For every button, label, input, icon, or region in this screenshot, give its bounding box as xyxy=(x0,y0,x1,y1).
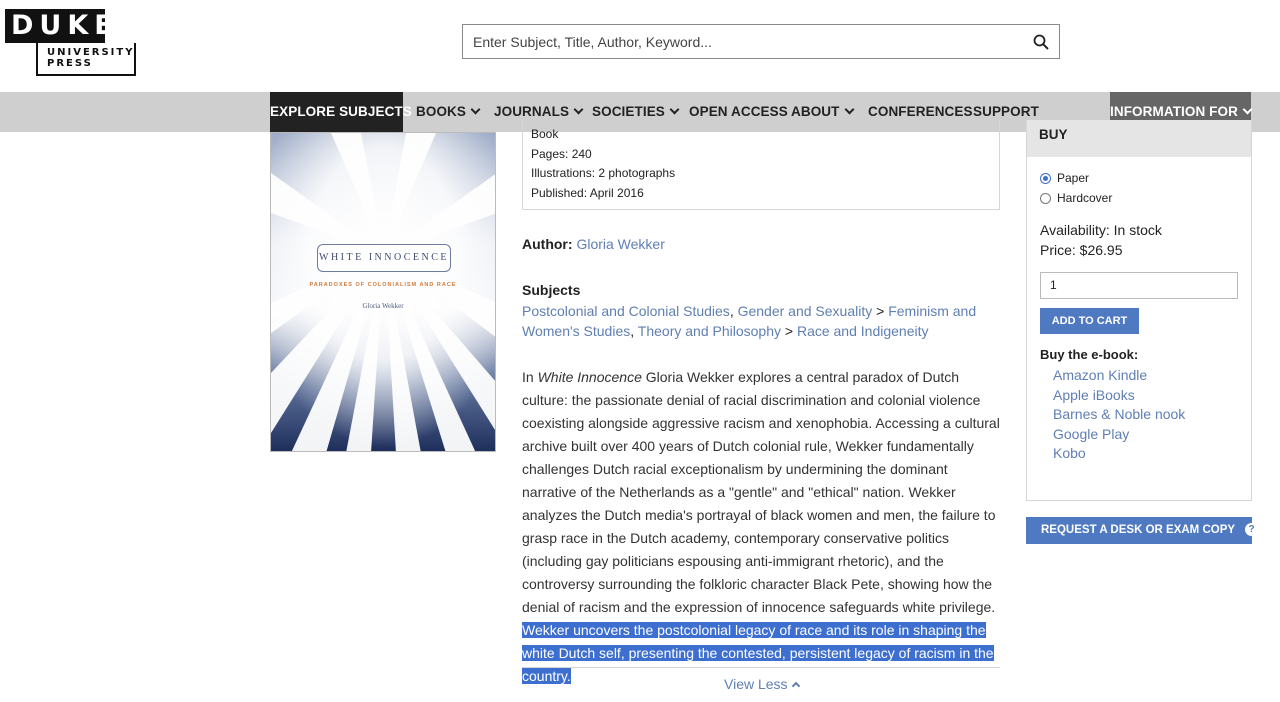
request-desk-copy-button[interactable]: REQUEST A DESK OR EXAM COPY? xyxy=(1026,517,1259,544)
search-bar xyxy=(462,24,1060,59)
chevron-down-icon xyxy=(844,104,854,115)
subjects-list: Postcolonial and Colonial Studies, Gende… xyxy=(522,301,1002,341)
subject-link[interactable]: Race and Indigeneity xyxy=(797,323,929,339)
format-option-paper[interactable]: Paper xyxy=(1040,171,1089,185)
book-description: In White Innocence Gloria Wekker explore… xyxy=(522,366,1002,688)
illustrations-text: Illustrations: 2 photographs xyxy=(531,166,676,180)
subject-link[interactable]: Theory and Philosophy xyxy=(638,323,781,339)
nav-books-label: BOOKS xyxy=(416,104,467,119)
format-text: Book xyxy=(531,127,559,141)
separator: > xyxy=(872,303,889,319)
cover-art xyxy=(271,133,495,451)
search-input[interactable] xyxy=(463,25,1023,58)
ebook-heading: Buy the e-book: xyxy=(1040,347,1139,362)
buy-heading: BUY xyxy=(1027,120,1251,157)
desk-copy-label: REQUEST A DESK OR EXAM COPY xyxy=(1041,524,1236,536)
logo-line-press: PRESS xyxy=(47,58,93,69)
option-label: Paper xyxy=(1057,171,1090,185)
ebook-link-apple-ibooks[interactable]: Apple iBooks xyxy=(1053,387,1135,403)
separator: , xyxy=(729,303,738,319)
description-text: In xyxy=(522,369,538,385)
book-details: Book Pages: 240 Illustrations: 2 photogr… xyxy=(522,120,1000,210)
author-label: Author: xyxy=(522,236,573,252)
nav-conferences-label: CONFERENCES xyxy=(868,104,973,119)
nav-journals-label: JOURNALS xyxy=(494,104,570,119)
logo-wordmark: DUKE xyxy=(5,9,113,43)
buy-panel: BUY Paper Hardcover Availability: In sto… xyxy=(1026,120,1252,501)
selected-text: Wekker uncovers the postcolonial legacy … xyxy=(522,622,994,684)
cover-title: WHITE INNOCENCE xyxy=(317,244,451,272)
author-link[interactable]: Gloria Wekker xyxy=(576,236,664,252)
quantity-input[interactable]: 1 xyxy=(1040,272,1238,299)
subjects-heading: Subjects xyxy=(522,282,581,298)
description-text: Gloria Wekker explores a central paradox… xyxy=(522,369,1000,615)
nav-explore-subjects[interactable]: EXPLORE SUBJECTS xyxy=(270,92,412,132)
pages-text: Pages: 240 xyxy=(531,146,592,161)
chevron-down-icon xyxy=(470,104,481,115)
ebook-link-kobo[interactable]: Kobo xyxy=(1053,445,1086,461)
chevron-down-icon xyxy=(1242,104,1253,115)
cover-author: Gloria Wekker xyxy=(362,302,404,310)
view-less-label: View Less xyxy=(724,676,788,692)
subject-link[interactable]: Gender and Sexuality xyxy=(738,303,873,319)
search-icon[interactable] xyxy=(1033,34,1049,50)
ebook-link-amazon-kindle[interactable]: Amazon Kindle xyxy=(1053,367,1147,383)
nav-about-label: ABOUT xyxy=(791,104,840,119)
book-cover[interactable]: WHITE INNOCENCE PARADOXES OF COLONIALISM… xyxy=(270,132,496,452)
format-option-hardcover[interactable]: Hardcover xyxy=(1040,191,1112,205)
nav-support-label: SUPPORT xyxy=(973,104,1039,119)
add-to-cart-button[interactable]: ADD TO CART xyxy=(1040,308,1139,334)
chevron-down-icon xyxy=(573,104,584,115)
logo-line-university: UNIVERSITY xyxy=(47,47,135,58)
view-less-link[interactable]: View Less xyxy=(724,676,800,692)
availability-info: Availability: In stock Price: $26.95 xyxy=(1040,220,1162,260)
question-icon: ? xyxy=(1245,523,1259,536)
logo-subtitle: UNIVERSITY PRESS xyxy=(36,43,136,76)
ebook-store-list: Amazon Kindle Apple iBooks Barnes & Nobl… xyxy=(1053,366,1185,464)
nav-open-access-label: OPEN ACCESS xyxy=(689,104,788,119)
description-title: White Innocence xyxy=(537,369,642,385)
published-text: Published: April 2016 xyxy=(531,185,644,200)
duke-press-logo[interactable]: DUKE UNIVERSITY PRESS xyxy=(5,9,136,76)
price-text: Price: $26.95 xyxy=(1040,242,1123,258)
ebook-link-barnes-noble[interactable]: Barnes & Noble nook xyxy=(1053,406,1185,422)
separator: > xyxy=(780,323,797,339)
author-line: Author: Gloria Wekker xyxy=(522,236,665,252)
nav-societies-label: SOCIETIES xyxy=(592,104,665,119)
separator: , xyxy=(630,323,638,339)
radio-selected[interactable] xyxy=(1040,172,1051,184)
availability-text: Availability: In stock xyxy=(1040,222,1162,238)
nav-books[interactable]: BOOKS xyxy=(416,92,481,132)
subject-link[interactable]: Postcolonial and Colonial Studies xyxy=(522,303,730,319)
chevron-down-icon xyxy=(669,104,680,115)
chevron-up-icon xyxy=(791,681,800,691)
nav-explore-label: EXPLORE SUBJECTS xyxy=(270,104,412,119)
ebook-link-google-play[interactable]: Google Play xyxy=(1053,426,1129,442)
option-label: Hardcover xyxy=(1057,191,1113,205)
cover-subtitle: PARADOXES OF COLONIALISM AND RACE xyxy=(309,282,457,288)
radio-unselected[interactable] xyxy=(1040,192,1051,204)
divider xyxy=(522,667,1000,668)
nav-info-label: INFORMATION FOR xyxy=(1110,104,1238,119)
